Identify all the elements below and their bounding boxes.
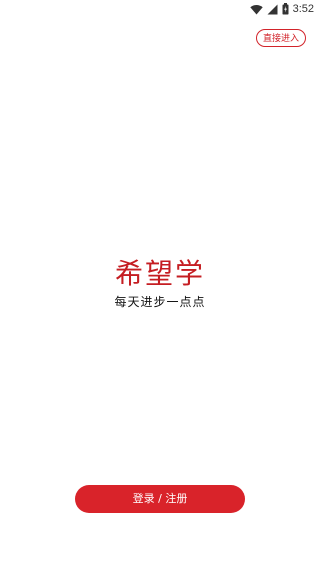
brand-title: 希望学 [114, 257, 205, 290]
status-bar: 3:52 [0, 0, 320, 18]
brand-slogan: 每天进步一点点 [114, 295, 206, 309]
battery-icon [282, 0, 289, 19]
login-register-button[interactable]: 登录 / 注册 [75, 485, 245, 513]
status-time: 3:52 [292, 3, 314, 15]
status-icons: 3:52 [249, 0, 314, 19]
wifi-icon [249, 0, 263, 19]
skip-button[interactable]: 直接进入 [255, 29, 306, 47]
brand-logo: 希望学 每天进步一点点 [0, 258, 320, 310]
signal-icon [267, 0, 278, 19]
